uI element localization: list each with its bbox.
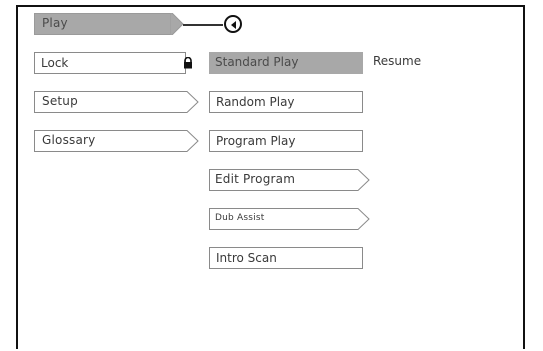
submenu-program-play[interactable]: Program Play: [209, 130, 363, 152]
menu-item-setup[interactable]: Setup: [34, 91, 200, 113]
menu-item-play[interactable]: Play: [34, 13, 184, 35]
menu-item-lock[interactable]: Lock: [34, 52, 192, 74]
submenu-random-play[interactable]: Random Play: [209, 91, 363, 113]
submenu-program-play-label: Program Play: [216, 134, 296, 148]
back-button[interactable]: [224, 15, 242, 33]
submenu-standard-play-label: Standard Play: [215, 55, 299, 69]
connector-line: [183, 24, 223, 26]
menu-item-glossary[interactable]: Glossary: [34, 130, 200, 152]
submenu-dub-assist[interactable]: Dub Assist: [209, 208, 371, 230]
submenu-edit-program-label: Edit Program: [215, 172, 296, 186]
lock-icon: [184, 57, 192, 69]
submenu-intro-scan-label: Intro Scan: [216, 251, 277, 265]
back-arrow-icon: [231, 21, 236, 29]
menu-item-lock-label: Lock: [41, 56, 69, 70]
submenu-dub-assist-label: Dub Assist: [215, 213, 265, 223]
menu-item-play-label: Play: [42, 16, 68, 30]
submenu-standard-play[interactable]: Standard Play: [209, 52, 363, 74]
submenu-intro-scan[interactable]: Intro Scan: [209, 247, 363, 269]
submenu-random-play-label: Random Play: [216, 95, 295, 109]
menu-item-setup-label: Setup: [42, 94, 78, 108]
resume-option[interactable]: Resume: [373, 54, 421, 68]
menu-item-glossary-label: Glossary: [42, 133, 96, 147]
submenu-edit-program[interactable]: Edit Program: [209, 169, 371, 191]
